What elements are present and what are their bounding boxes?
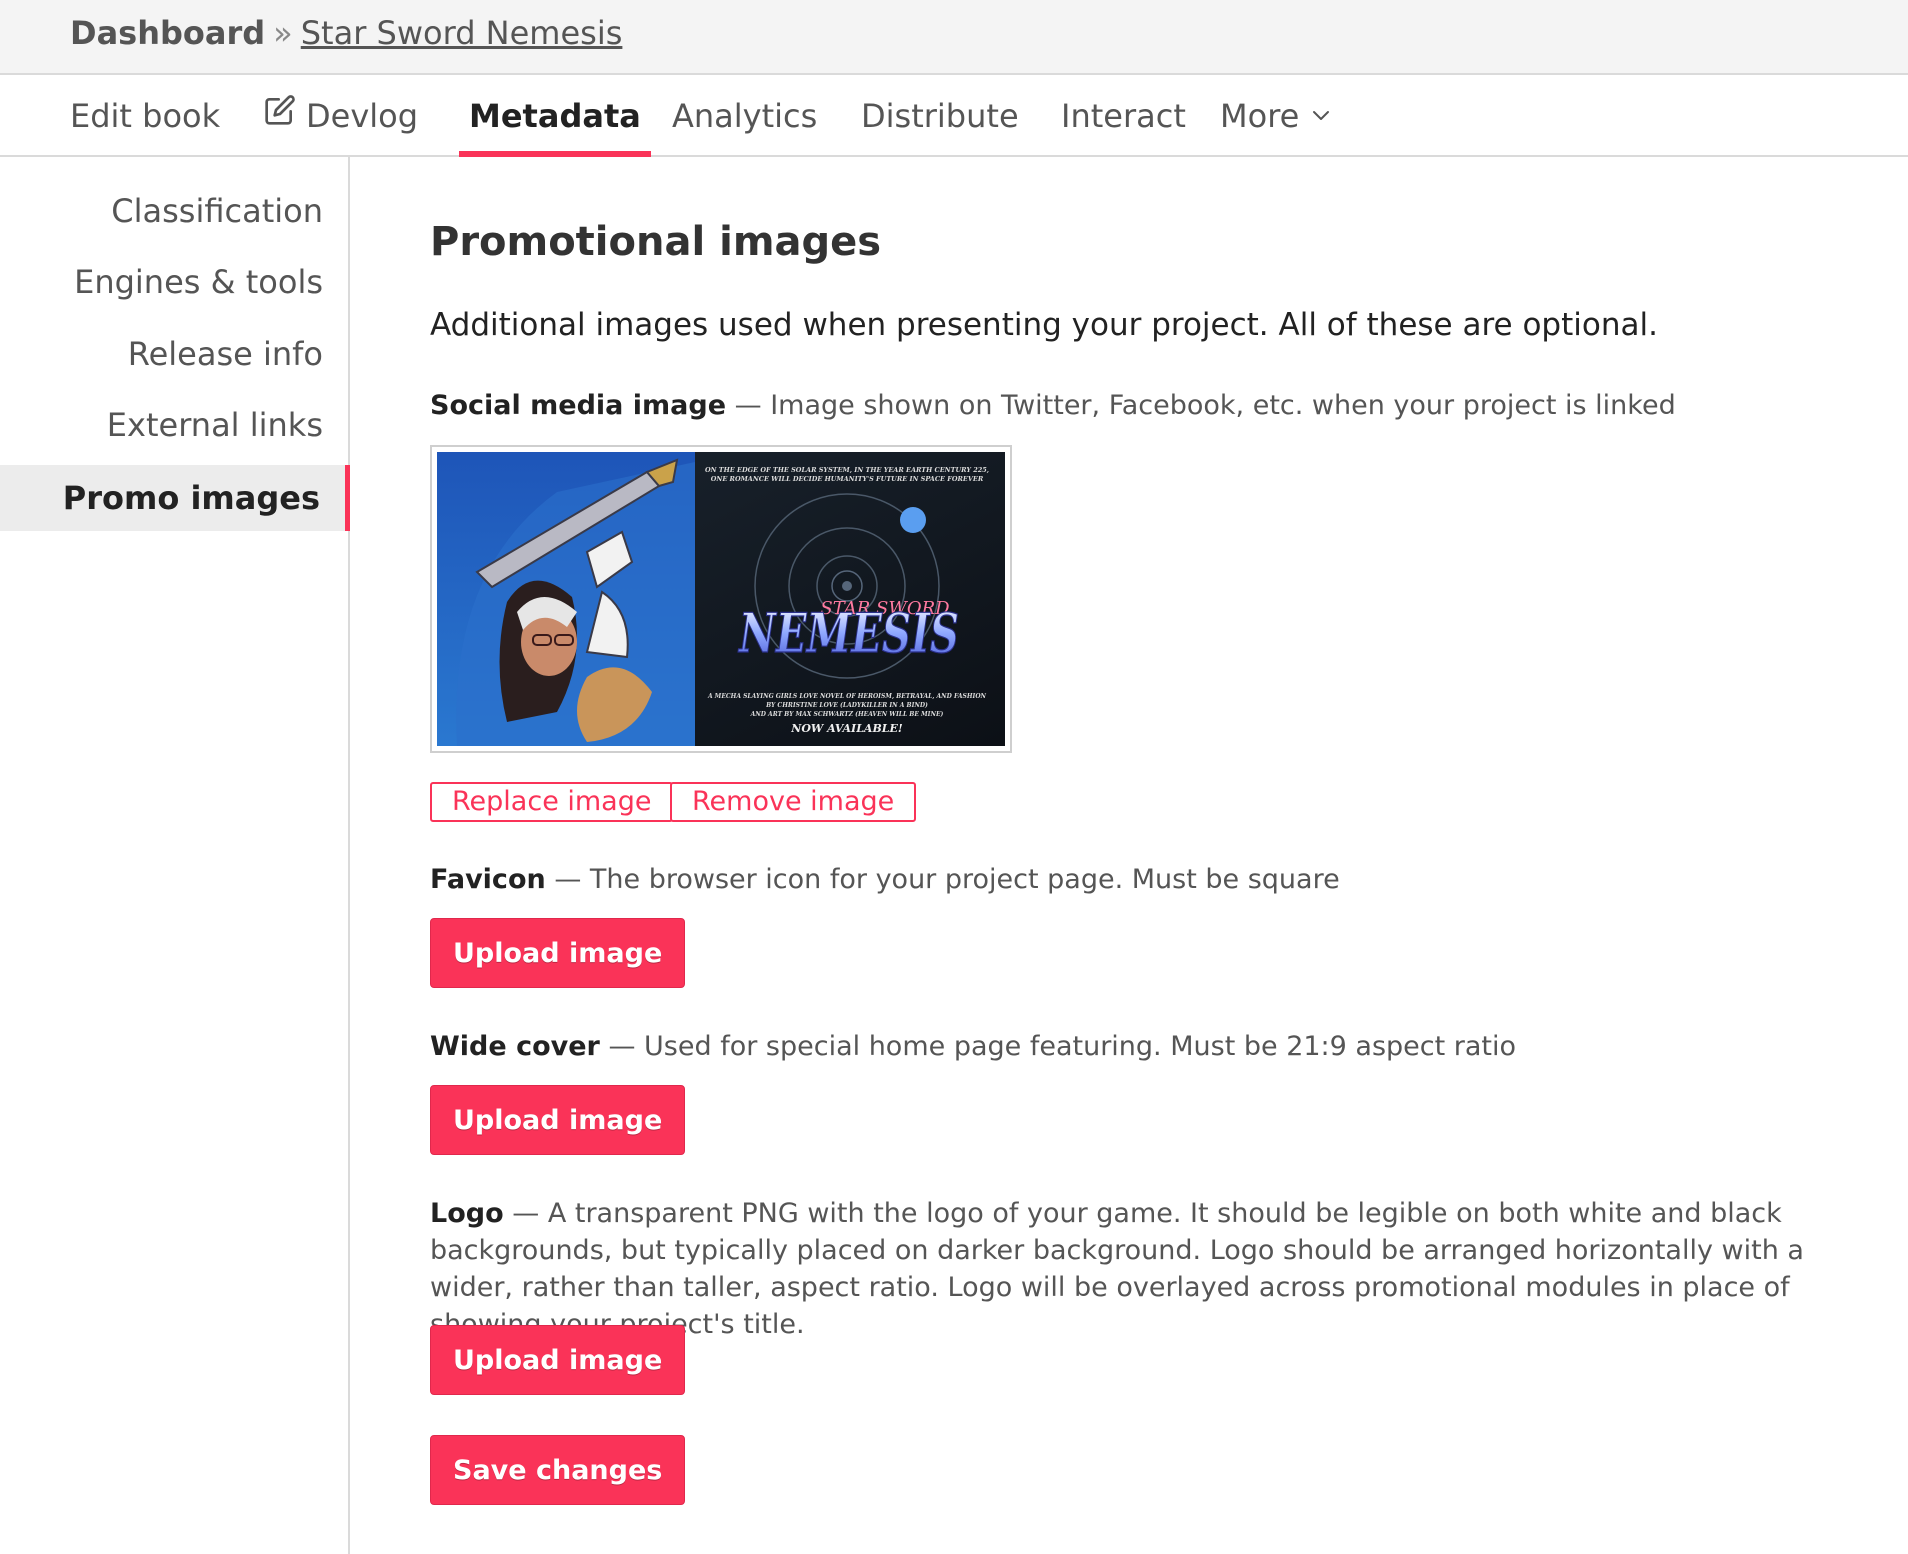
promo-credit-line-3: AND ART BY MAX SCHWARTZ (HEAVEN WILL BE … [750,711,944,718]
field-name: Wide cover [430,1031,600,1062]
promo-availability: NOW AVAILABLE! [790,722,903,735]
tab-label: Devlog [306,97,419,135]
page-title: Promotional images [430,219,882,265]
wide-cover-upload-button[interactable]: Upload image [430,1085,686,1155]
promo-tagline-line-1: ON THE EDGE OF THE SOLAR SYSTEM, IN THE … [705,466,989,474]
promo-credit-line-2: BY CHRISTINE LOVE (LADYKILLER IN A BIND) [765,702,928,709]
favicon-label: Favicon — The browser icon for your proj… [430,861,1340,898]
tab-distribute[interactable]: Distribute [861,75,1019,157]
save-changes-button[interactable]: Save changes [430,1435,686,1505]
sidebar-item-external-links[interactable]: External links [0,392,348,458]
promo-title-big: NEMESIS [738,601,959,665]
replace-image-button[interactable]: Replace image [430,782,674,822]
sidebar-item-engines-tools[interactable]: Engines & tools [0,249,348,315]
tab-devlog[interactable]: Devlog [264,75,418,157]
chevron-down-icon [1309,75,1333,157]
field-name: Favicon [430,864,546,895]
sidebar: Classification Engines & tools Release i… [0,157,350,1554]
field-description: — Used for special home page featuring. … [608,1031,1517,1062]
tab-label: More [1220,97,1300,135]
tab-analytics[interactable]: Analytics [672,75,817,157]
tab-label: Metadata [469,97,641,135]
social-media-image-label: Social media image — Image shown on Twit… [430,387,1676,424]
edit-icon [264,74,296,156]
sidebar-item-classification[interactable]: Classification [0,178,348,244]
field-description: — A transparent PNG with the logo of you… [430,1198,1804,1340]
tab-more[interactable]: More [1220,75,1333,157]
tab-interact[interactable]: Interact [1061,75,1186,157]
tab-label: Interact [1061,97,1186,135]
logo-upload-button[interactable]: Upload image [430,1325,686,1395]
breadcrumb-project-link[interactable]: Star Sword Nemesis [301,14,623,52]
tab-label: Analytics [672,97,818,135]
field-description: — Image shown on Twitter, Facebook, etc.… [734,390,1676,421]
remove-image-button[interactable]: Remove image [670,782,917,822]
promo-credit-line-1: A MECHA SLAYING GIRLS LOVE NOVEL OF HERO… [707,693,987,700]
field-description: — The browser icon for your project page… [554,864,1340,895]
breadcrumb-bar: Dashboard» Star Sword Nemesis [0,0,1908,75]
logo-label: Logo — A transparent PNG with the logo o… [430,1195,1830,1343]
sidebar-item-promo-images[interactable]: Promo images [0,465,350,531]
breadcrumb-dashboard-link[interactable]: Dashboard [70,14,265,52]
field-name: Social media image [430,390,727,421]
field-name: Logo [430,1198,504,1229]
promo-artwork: ON THE EDGE OF THE SOLAR SYSTEM, IN THE … [437,452,1005,746]
breadcrumb: Dashboard» Star Sword Nemesis [70,13,622,53]
tab-bar: Edit book Devlog Metadata Analytics Dist… [0,75,1908,157]
page-description: Additional images used when presenting y… [430,307,1658,343]
breadcrumb-separator: » [273,14,293,52]
tab-label: Edit book [70,97,221,135]
tab-label: Distribute [861,97,1019,135]
social-media-image-preview: ON THE EDGE OF THE SOLAR SYSTEM, IN THE … [430,445,1012,753]
tab-edit-book[interactable]: Edit book [70,75,220,157]
favicon-upload-button[interactable]: Upload image [430,918,686,988]
sidebar-item-release-info[interactable]: Release info [0,321,348,387]
promo-tagline-line-2: ONE ROMANCE WILL DECIDE HUMANITY'S FUTUR… [711,475,984,483]
tab-metadata[interactable]: Metadata [459,75,651,157]
wide-cover-label: Wide cover — Used for special home page … [430,1028,1516,1065]
